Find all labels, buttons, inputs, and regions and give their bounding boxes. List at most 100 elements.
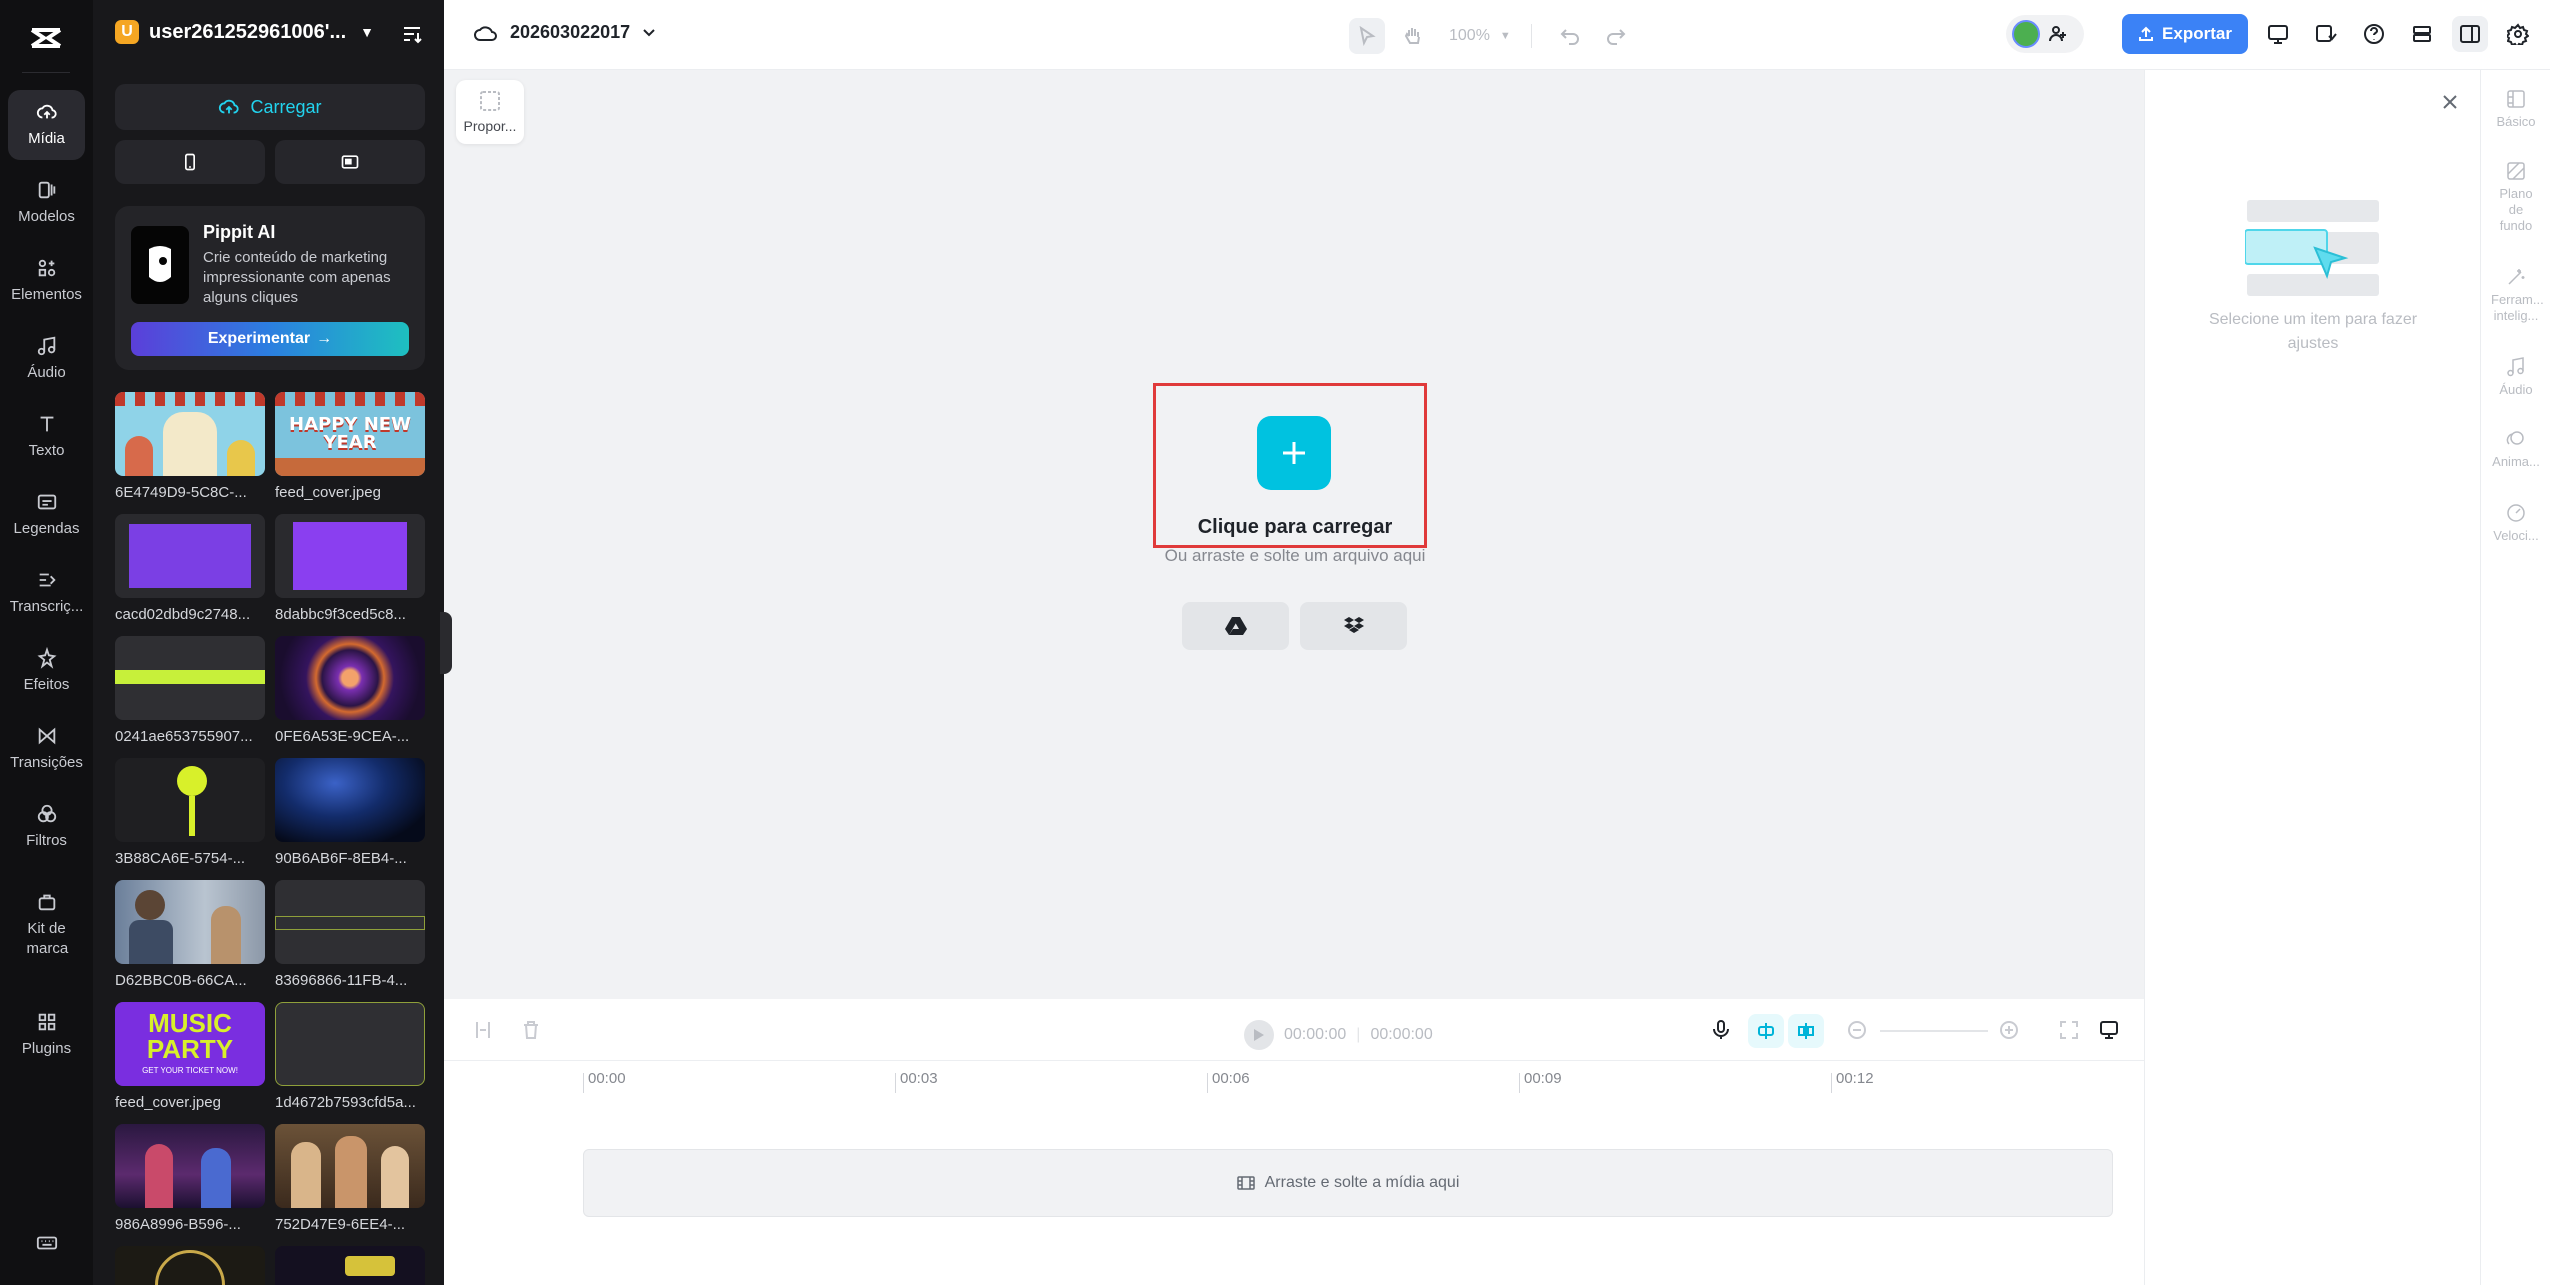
media-item[interactable]: 8dabbc9f3ced5c8... [275, 514, 425, 623]
media-item[interactable] [275, 1246, 425, 1285]
tab-speed[interactable]: Veloci... [2481, 502, 2550, 544]
trash-icon[interactable] [520, 1019, 542, 1041]
timeline-ruler[interactable]: 00:00 00:03 00:06 00:09 00:12 [444, 1061, 2144, 1101]
main-track-dropzone[interactable]: Arraste e solte a mídia aqui [583, 1149, 2113, 1217]
avatar[interactable] [2012, 20, 2040, 48]
play-button[interactable] [1244, 1020, 1274, 1050]
tab-basic[interactable]: Básico [2481, 88, 2550, 130]
media-item[interactable]: 3B88CA6E-5754-... [115, 758, 265, 867]
storage-button[interactable] [2404, 16, 2440, 52]
keyboard-icon[interactable] [36, 1232, 58, 1254]
shield-check-icon [2316, 25, 2337, 42]
media-item[interactable] [115, 1246, 265, 1285]
project-title-menu[interactable]: 202603022017 [474, 22, 656, 43]
export-button[interactable]: Exportar [2122, 14, 2248, 54]
layout-toggle-button[interactable] [2452, 16, 2488, 52]
rail-item-brand-kit[interactable]: Kit de marca [8, 870, 85, 980]
fit-icon[interactable] [2058, 1019, 2080, 1041]
undo-button[interactable] [1552, 18, 1588, 54]
main-track-magnet-toggle[interactable] [1748, 1014, 1784, 1048]
captions-preview-icon[interactable] [2098, 1019, 2120, 1041]
templates-icon [38, 181, 55, 199]
tab-animation[interactable]: Anima... [2481, 428, 2550, 470]
review-button[interactable] [2308, 16, 2344, 52]
media-filename: feed_cover.jpeg [275, 484, 381, 501]
split-icon[interactable] [472, 1019, 494, 1041]
rail-item-transcript[interactable]: Transcriç... [8, 558, 85, 628]
microphone-icon[interactable] [1710, 1019, 1732, 1041]
upload-button[interactable]: Carregar [115, 84, 425, 130]
select-tool[interactable] [1349, 18, 1385, 54]
media-item[interactable]: D62BBC0B-66CA... [115, 880, 265, 989]
rail-item-filters[interactable]: Filtros [8, 792, 85, 862]
media-item[interactable]: 752D47E9-6EE4-... [275, 1124, 425, 1233]
media-thumbnail [275, 758, 425, 842]
google-drive-button[interactable] [1182, 602, 1289, 650]
media-item[interactable]: cacd02dbd9c2748... [115, 514, 265, 623]
media-filename: feed_cover.jpeg [115, 1094, 221, 1111]
speed-icon [2507, 504, 2525, 522]
zoom-level[interactable]: 100% [1449, 27, 1490, 45]
redo-icon [1606, 29, 1626, 45]
media-item[interactable]: 986A8996-B596-... [115, 1124, 265, 1233]
storage-icon [2413, 26, 2431, 42]
zoom-in-icon[interactable] [1998, 1019, 2020, 1041]
cloud-icon [474, 25, 497, 41]
play-icon [1254, 1029, 1264, 1041]
rail-item-captions[interactable]: Legendas [8, 480, 85, 550]
close-icon[interactable] [2440, 92, 2460, 112]
media-item[interactable]: 6E4749D9-5C8C-... [115, 392, 265, 501]
rail-item-plugins[interactable]: Plugins [8, 1000, 85, 1070]
rail-item-effects[interactable]: Efeitos [8, 636, 85, 706]
sort-icon[interactable] [400, 22, 424, 46]
phone-upload-button[interactable] [115, 140, 265, 184]
upload-subtitle: Ou arraste e solte um arquivo aqui [1164, 546, 1426, 565]
zoom-out-icon[interactable] [1846, 1019, 1868, 1041]
tab-background[interactable]: Plano de fundo [2481, 160, 2550, 234]
google-drive-icon [1224, 617, 1247, 635]
upload-title[interactable]: Clique para carregar [1100, 516, 1490, 539]
help-button[interactable] [2356, 16, 2392, 52]
rail-item-transitions[interactable]: Transições [8, 714, 85, 784]
dropbox-button[interactable] [1300, 602, 1407, 650]
present-button[interactable] [2260, 16, 2296, 52]
hand-tool[interactable] [1395, 18, 1431, 54]
workspace-switcher[interactable]: U user261252961006'... ▼ [115, 20, 374, 44]
timeline-zoom-slider[interactable] [1880, 1030, 1988, 1032]
try-button[interactable]: Experimentar → [131, 322, 409, 356]
auto-snap-toggle[interactable] [1788, 1014, 1824, 1048]
panel-collapse-handle[interactable] [440, 612, 452, 674]
proportion-button[interactable]: Propor... [456, 80, 524, 144]
settings-button[interactable] [2500, 16, 2536, 52]
rail-item-text[interactable]: Texto [8, 402, 85, 472]
rail-item-media[interactable]: Mídia [8, 90, 85, 160]
media-item[interactable]: HAPPY NEW YEAR feed_cover.jpeg [275, 392, 425, 501]
media-item[interactable]: MUSIC PARTY GET YOUR TICKET NOW! feed_co… [115, 1002, 265, 1111]
workspace-badge: U [115, 20, 139, 44]
record-screen-button[interactable] [275, 140, 425, 184]
snap-icon [1798, 1023, 1814, 1039]
collaborators[interactable] [2006, 15, 2084, 53]
media-item[interactable]: 90B6AB6F-8EB4-... [275, 758, 425, 867]
pippit-logo [131, 226, 189, 304]
media-item[interactable]: 0FE6A53E-9CEA-... [275, 636, 425, 745]
upload-plus-button[interactable] [1257, 416, 1331, 490]
ruler-tick: 00:12 [1831, 1071, 1874, 1093]
media-item[interactable]: 83696866-11FB-4... [275, 880, 425, 989]
rail-item-templates[interactable]: Modelos [8, 168, 85, 238]
music-party-line3: GET YOUR TICKET NOW! [142, 1066, 238, 1075]
brand-kit-icon [38, 894, 55, 911]
rail-item-audio[interactable]: Áudio [8, 324, 85, 394]
effects-icon [36, 647, 57, 669]
timeline-toolbar: 00:00:00 | 00:00:00 [444, 999, 2144, 1061]
tab-audio[interactable]: Áudio [2481, 356, 2550, 398]
media-item[interactable]: 0241ae653755907... [115, 636, 265, 745]
workspace-name: user261252961006'... [149, 20, 347, 43]
media-item[interactable]: 1d4672b7593cfd5a... [275, 1002, 425, 1111]
rail-item-elements[interactable]: Elementos [8, 246, 85, 316]
capcut-logo[interactable] [28, 20, 64, 56]
tab-smart-tools[interactable]: Ferram... intelig... [2481, 266, 2550, 324]
time-separator: | [1356, 1026, 1361, 1043]
happy-new-year-artwork: HAPPY NEW YEAR [289, 414, 411, 453]
redo-button[interactable] [1598, 18, 1634, 54]
